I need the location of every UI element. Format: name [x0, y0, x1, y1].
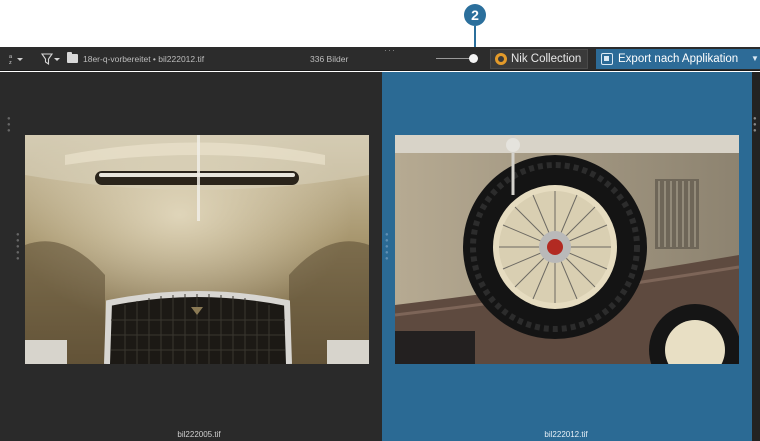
slider-knob[interactable] — [469, 54, 478, 63]
svg-text:z: z — [9, 60, 12, 66]
compare-toolbar: a z 18er-q-vorbereitet • bil222012.tif 3… — [0, 45, 760, 71]
caption-left: bil222005.tif — [177, 430, 221, 439]
nik-collection-button[interactable]: Nik Collection — [490, 49, 588, 69]
right-panel-handle-icon[interactable]: ● ● ● — [753, 116, 757, 134]
photo-spare-wheel[interactable] — [395, 135, 739, 364]
callout-marker: 2 — [464, 4, 486, 26]
photo-car-hood[interactable] — [25, 135, 369, 364]
export-app-label: Export nach Applikation — [618, 53, 739, 65]
nik-collection-icon — [495, 53, 507, 65]
app-window: 2 a z 18er-q-vorbereitet • bil222012.tif… — [0, 0, 760, 441]
export-app-button[interactable]: Export nach Applikation — [596, 49, 750, 69]
left-pane-drag-handle-icon[interactable]: ● ● ● ● ● — [16, 232, 20, 262]
folder-icon — [67, 52, 78, 63]
right-pane-drag-handle-icon[interactable]: ● ● ● ● ● — [385, 232, 389, 262]
nik-collection-label: Nik Collection — [511, 53, 582, 65]
export-app-icon — [601, 53, 613, 65]
sort-az-icon[interactable]: a z — [8, 52, 30, 66]
thumbnail-size-slider[interactable] — [436, 58, 472, 59]
filter-icon[interactable] — [40, 51, 62, 67]
left-panel-handle-icon[interactable]: ● ● ● — [7, 116, 11, 134]
drag-dots-icon[interactable]: ··· — [384, 45, 396, 55]
caption-right: bil222012.tif — [544, 430, 588, 439]
folder-path[interactable]: 18er-q-vorbereitet • bil222012.tif — [83, 47, 204, 71]
image-count: 336 Bilder — [310, 54, 349, 64]
chevron-down-icon[interactable]: ▼ — [750, 49, 760, 69]
